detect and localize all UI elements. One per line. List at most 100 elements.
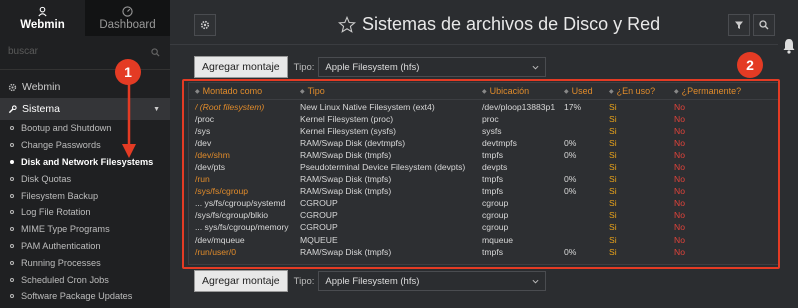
- column-header-mount[interactable]: ◆ Montado como: [195, 86, 300, 96]
- location-cell: mqueue: [482, 234, 514, 245]
- bullet-icon: [10, 277, 14, 282]
- column-header-label: ¿En uso?: [616, 86, 656, 96]
- mount-link[interactable]: /run/user/0: [195, 247, 300, 257]
- location-cell: cgroup: [482, 222, 509, 233]
- permanent-cell: No: [674, 126, 685, 137]
- sidebar-item-filesystem-backup[interactable]: Filesystem Backup: [0, 187, 170, 204]
- annotation-arrow-icon: [122, 84, 136, 158]
- mount-link[interactable]: /dev/shm: [195, 150, 300, 160]
- type-cell: RAM/Swap Disk (tmpfs): [300, 246, 392, 257]
- type-cell: RAM/Swap Disk (devtmpfs): [300, 138, 406, 149]
- sidebar-item-disk-and-network-filesystems[interactable]: Disk and Network Filesystems: [0, 154, 170, 171]
- filter-button[interactable]: [728, 14, 750, 36]
- sidebar-item-label: Scheduled Cron Jobs: [21, 274, 109, 285]
- bullet-icon: [10, 210, 14, 215]
- column-header-location[interactable]: ◆ Ubicación: [482, 86, 564, 96]
- location-cell: /dev/ploop13883p1: [482, 102, 556, 113]
- type-cell: RAM/Swap Disk (tmpfs): [300, 150, 392, 161]
- sidebar-item-change-passwords[interactable]: Change Passwords: [0, 137, 170, 154]
- type-cell: RAM/Swap Disk (tmpfs): [300, 174, 392, 185]
- sort-icon: ◆: [195, 88, 200, 95]
- sidebar-item-label: Disk Quotas: [21, 173, 72, 184]
- chevron-down-icon: [532, 279, 539, 284]
- add-mount-row-bottom: Agregar montaje Tipo: Apple Filesystem (…: [194, 270, 547, 292]
- tipo-select[interactable]: Apple Filesystem (hfs): [318, 57, 547, 77]
- sidebar-item-label: MIME Type Programs: [21, 224, 110, 235]
- used-cell: 0%: [564, 138, 577, 149]
- main-panel: Sistemas de archivos de Disco y Red Agre…: [170, 0, 798, 308]
- search-input[interactable]: [8, 46, 148, 57]
- sidebar-item-mime-type-programs[interactable]: MIME Type Programs: [0, 221, 170, 238]
- in-use-cell: Si: [609, 210, 617, 221]
- annotation-badge-1: 1: [115, 59, 141, 85]
- permanent-cell: No: [674, 246, 685, 257]
- sidebar-item-running-processes[interactable]: Running Processes: [0, 254, 170, 271]
- search-icon: [759, 20, 769, 30]
- sidebar-item-software-package-updates[interactable]: Software Package Updates: [0, 288, 170, 305]
- sort-icon: ◆: [674, 88, 679, 95]
- add-mount-button[interactable]: Agregar montaje: [194, 56, 288, 78]
- in-use-cell: Si: [609, 174, 617, 185]
- star-icon[interactable]: [338, 15, 356, 34]
- sort-icon: ◆: [564, 88, 569, 95]
- add-mount-row-top: Agregar montaje Tipo: Apple Filesystem (…: [194, 56, 547, 78]
- type-cell: Kernel Filesystem (sysfs): [300, 126, 396, 137]
- tab-dashboard[interactable]: Dashboard: [85, 0, 170, 36]
- sidebar-item-scheduled-cron-jobs[interactable]: Scheduled Cron Jobs: [0, 271, 170, 288]
- table-row: /run/user/0 RAM/Swap Disk (tmpfs) tmpfs …: [189, 246, 779, 258]
- sidebar-item-disk-quotas[interactable]: Disk Quotas: [0, 170, 170, 187]
- table-row: /dev/pts Pseudoterminal Device Filesyste…: [189, 161, 779, 173]
- in-use-cell: Si: [609, 246, 617, 257]
- bell-icon[interactable]: [782, 38, 796, 54]
- permanent-cell: No: [674, 150, 685, 161]
- sort-icon: ◆: [300, 88, 305, 95]
- used-cell: 0%: [564, 186, 577, 197]
- chevron-down-icon: ▼: [153, 105, 160, 113]
- in-use-cell: Si: [609, 186, 617, 197]
- bullet-icon: [10, 143, 14, 148]
- location-cell: tmpfs: [482, 150, 504, 161]
- mount-link[interactable]: /run: [195, 174, 300, 184]
- location-cell: cgroup: [482, 210, 509, 221]
- used-cell: 0%: [564, 174, 577, 185]
- bullet-icon: [10, 227, 14, 232]
- in-use-cell: Si: [609, 138, 617, 149]
- table-row: ... ys/fs/cgroup/systemd CGROUP cgroup S…: [189, 197, 779, 209]
- search-icon[interactable]: [151, 48, 160, 57]
- sidebar-items: Bootup and Shutdown Change Passwords Dis…: [0, 120, 170, 305]
- bullet-icon: [10, 126, 14, 131]
- column-header-permanent[interactable]: ◆ ¿Permanente?: [674, 86, 787, 96]
- sidebar-item-bootup-and-shutdown[interactable]: Bootup and Shutdown: [0, 120, 170, 137]
- sidebar-item-label: PAM Authentication: [21, 240, 101, 251]
- sidebar-tabs: Webmin Dashboard: [0, 0, 170, 36]
- sidebar-category-webmin[interactable]: Webmin: [0, 76, 170, 98]
- column-header-in-use[interactable]: ◆ ¿En uso?: [609, 86, 674, 96]
- used-cell: 17%: [564, 102, 582, 113]
- mount-link[interactable]: / (Root filesystem): [195, 102, 300, 112]
- bullet-icon: [10, 176, 14, 181]
- type-cell: CGROUP: [300, 210, 338, 221]
- permanent-cell: No: [674, 222, 685, 233]
- type-cell: New Linux Native Filesystem (ext4): [300, 102, 435, 113]
- tab-webmin[interactable]: Webmin: [0, 0, 85, 36]
- sidebar-item-label: Running Processes: [21, 257, 101, 268]
- sidebar-item-label: Log File Rotation: [21, 207, 91, 218]
- permanent-cell: No: [674, 162, 685, 173]
- sidebar-item-log-file-rotation[interactable]: Log File Rotation: [0, 204, 170, 221]
- search-button[interactable]: [753, 14, 775, 36]
- table-row: /sys/fs/cgroup RAM/Swap Disk (tmpfs) tmp…: [189, 185, 779, 197]
- type-cell: CGROUP: [300, 198, 338, 209]
- sidebar-category-sistema[interactable]: Sistema ▼: [0, 98, 170, 120]
- module-config-button[interactable]: [194, 14, 216, 36]
- column-header-type[interactable]: ◆ Tipo: [300, 86, 482, 96]
- table-row: /run RAM/Swap Disk (tmpfs) tmpfs 0% Si N…: [189, 173, 779, 185]
- mount-link[interactable]: /sys/fs/cgroup: [195, 186, 300, 196]
- add-mount-button[interactable]: Agregar montaje: [194, 270, 288, 292]
- chevron-down-icon: [532, 65, 539, 70]
- in-use-cell: Si: [609, 126, 617, 137]
- table-row: /dev/shm RAM/Swap Disk (tmpfs) tmpfs 0% …: [189, 149, 779, 161]
- sidebar-item-pam-authentication[interactable]: PAM Authentication: [0, 238, 170, 255]
- tipo-select[interactable]: Apple Filesystem (hfs): [318, 271, 547, 291]
- column-header-label: ¿Permanente?: [681, 86, 742, 96]
- column-header-used[interactable]: ◆ Used: [564, 86, 609, 96]
